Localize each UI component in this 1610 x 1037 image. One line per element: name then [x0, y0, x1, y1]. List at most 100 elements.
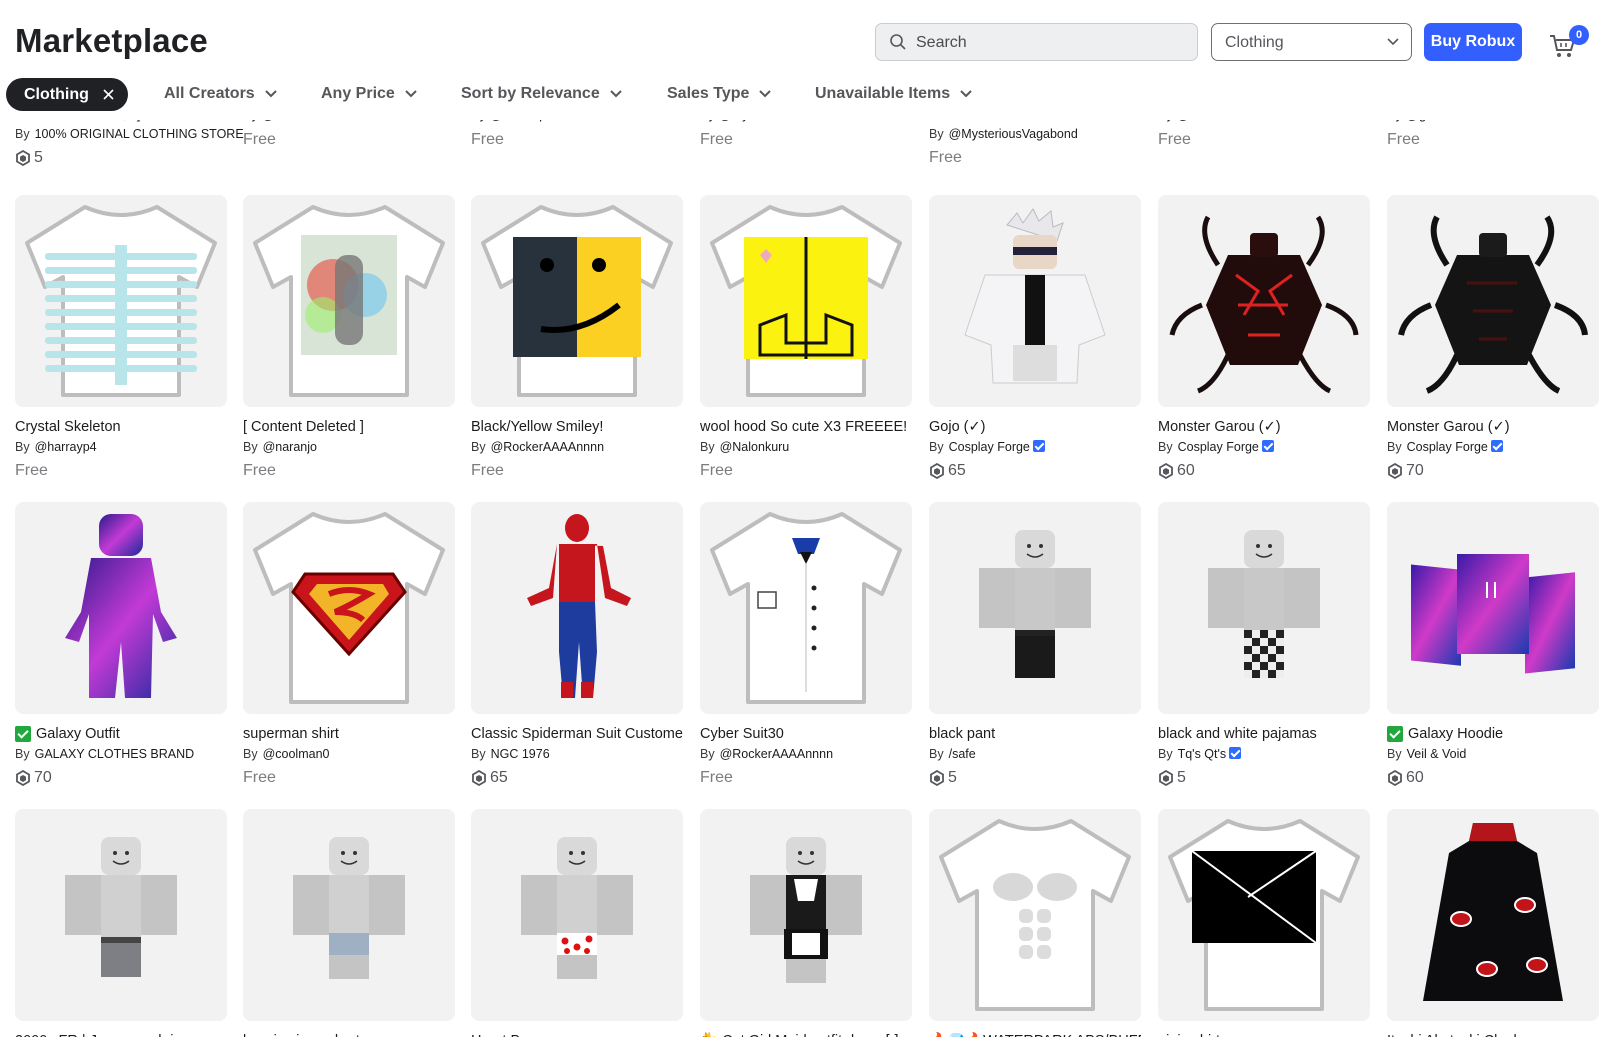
item-card[interactable]: wool hood So cute X3 FREEEE! By @Nalonkuru…	[700, 195, 912, 482]
item-thumbnail[interactable]	[471, 502, 683, 714]
creator-name[interactable]: 100% ORIGINAL CLOTHING STORE	[35, 127, 244, 141]
item-creator[interactable]: By Cosplay Forge	[929, 440, 1141, 456]
partial-item-card[interactable]: By @Icy1Free	[700, 111, 930, 177]
item-name[interactable]: Black/Yellow Smiley!	[471, 417, 683, 436]
creator-name[interactable]: Cosplay Forge	[1178, 440, 1259, 454]
partial-item-card[interactable]: IndiansBy@MysteriousVagabondFree	[929, 111, 1159, 177]
item-thumbnail[interactable]	[929, 195, 1141, 407]
item-card[interactable]: Cyber Suit30 By @RockerAAAAnnnn Free	[700, 502, 912, 789]
creator-name[interactable]: @naranjo	[263, 440, 317, 454]
item-card[interactable]: Monster Garou (✓) By Cosplay Forge 60	[1158, 195, 1370, 482]
item-card[interactable]: low rise jean shorts	[243, 809, 455, 1037]
item-name[interactable]: Cyber Suit30	[700, 724, 912, 743]
item-card[interactable]: Classic Spiderman Suit Custome By NGC 1976…	[471, 502, 683, 789]
item-card[interactable]: Monster Garou (✓) By Cosplay Forge 70	[1387, 195, 1599, 482]
filter-any-price[interactable]: Any Price	[321, 85, 417, 103]
item-name[interactable]: 🔥💎🔥WATERPARK ABS/BUFF	[929, 1031, 1141, 1037]
partial-item-card[interactable]: By @RobbleoFree	[1158, 111, 1388, 177]
item-creator[interactable]: By NGC 1976	[471, 747, 683, 763]
item-card[interactable]: Gojo (✓) By Cosplay Forge 65	[929, 195, 1141, 482]
item-card[interactable]: Black/Yellow Smiley! By @RockerAAAAnnnn Fre…	[471, 195, 683, 482]
item-thumbnail[interactable]	[243, 809, 455, 1021]
item-name[interactable]: wool hood So cute X3 FREEEE!	[700, 417, 912, 436]
partial-item-card[interactable]: By @BADGRAPHIXFree	[243, 111, 473, 177]
item-thumbnail[interactable]	[929, 502, 1141, 714]
item-name[interactable]: Galaxy Hoodie	[1387, 724, 1599, 743]
item-card[interactable]: superman shirt By @coolman0 Free	[243, 502, 455, 789]
item-card[interactable]: Galaxy Outfit By GALAXY CLOTHES BRAND 70	[15, 502, 227, 789]
creator-name[interactable]: /safe	[949, 747, 976, 761]
creator-name[interactable]: Cosplay Forge	[1407, 440, 1488, 454]
item-thumbnail[interactable]	[471, 195, 683, 407]
item-thumbnail[interactable]	[700, 195, 912, 407]
item-thumbnail[interactable]	[1387, 195, 1599, 407]
item-thumbnail[interactable]	[243, 195, 455, 407]
item-creator[interactable]: By Tq's Qt's	[1158, 747, 1370, 763]
item-card[interactable]: Itachi Akatsuki Cloak	[1387, 809, 1599, 1037]
item-name[interactable]: Monster Garou (✓)	[1158, 417, 1370, 436]
item-name[interactable]: black and white pajamas	[1158, 724, 1370, 743]
item-thumbnail[interactable]	[700, 502, 912, 714]
item-creator[interactable]: By Veil & Void	[1387, 747, 1599, 763]
item-name[interactable]: 🐈 Cat Girl Maid outfit dress [-]	[700, 1031, 912, 1037]
creator-name[interactable]: @harrayp4	[35, 440, 97, 454]
item-name[interactable]: Heart Boxers	[471, 1031, 683, 1037]
item-thumbnail[interactable]	[1158, 502, 1370, 714]
item-thumbnail[interactable]	[1158, 809, 1370, 1021]
item-card[interactable]: Heart Boxers	[471, 809, 683, 1037]
item-creator[interactable]: By @coolman0	[243, 747, 455, 763]
buy-robux-button[interactable]: Buy Robux	[1424, 23, 1522, 61]
item-thumbnail[interactable]	[15, 195, 227, 407]
item-name[interactable]: superman shirt	[243, 724, 455, 743]
filter-sales-type[interactable]: Sales Type	[667, 85, 772, 103]
active-filter-chip[interactable]: Clothing	[6, 78, 128, 111]
creator-name[interactable]: Cosplay Forge	[949, 440, 1030, 454]
close-icon[interactable]	[103, 89, 114, 100]
item-card[interactable]: 🔥💎🔥WATERPARK ABS/BUFF	[929, 809, 1141, 1037]
partial-item-card[interactable]: By @gamaxFree	[1387, 111, 1610, 177]
creator-name[interactable]: @Nalonkuru	[720, 440, 790, 454]
creator-name[interactable]: GALAXY CLOTHES BRAND	[35, 747, 195, 761]
item-name[interactable]: Galaxy Outfit	[15, 724, 227, 743]
item-name[interactable]: Gojo (✓)	[929, 417, 1141, 436]
item-thumbnail[interactable]	[929, 809, 1141, 1021]
item-name[interactable]: Monster Garou (✓)	[1387, 417, 1599, 436]
creator-name[interactable]: @MysteriousVagabond	[949, 127, 1078, 141]
item-creator[interactable]: By @MysteriousVagabond	[929, 127, 1159, 143]
item-name[interactable]: 2000s FR | Jeans wash japan	[15, 1031, 227, 1037]
item-name[interactable]: ninja shirt	[1158, 1031, 1370, 1037]
partial-item-card[interactable]: 100% ORIGINAL 💎 ]By100% ORIGINAL CLOTHIN…	[15, 111, 245, 177]
item-name[interactable]: Crystal Skeleton	[15, 417, 227, 436]
item-card[interactable]: [ Content Deleted ] By @naranjo Free	[243, 195, 455, 482]
item-name[interactable]: Itachi Akatsuki Cloak	[1387, 1031, 1599, 1037]
creator-name[interactable]: Tq's Qt's	[1178, 747, 1227, 761]
item-creator[interactable]: By @RockerAAAAnnnn	[471, 440, 683, 456]
creator-name[interactable]: Veil & Void	[1407, 747, 1467, 761]
creator-name[interactable]: @RockerAAAAnnnn	[491, 440, 604, 454]
item-thumbnail[interactable]	[15, 502, 227, 714]
item-creator[interactable]: By GALAXY CLOTHES BRAND	[15, 747, 227, 763]
item-card[interactable]: ninja shirt	[1158, 809, 1370, 1037]
item-name[interactable]: low rise jean shorts	[243, 1031, 455, 1037]
item-creator[interactable]: By/safe	[929, 747, 1141, 763]
item-creator[interactable]: By Cosplay Forge	[1158, 440, 1370, 456]
item-thumbnail[interactable]	[15, 809, 227, 1021]
item-thumbnail[interactable]	[1387, 502, 1599, 714]
filter-all-creators[interactable]: All Creators	[164, 85, 277, 103]
item-name[interactable]: black pant	[929, 724, 1141, 743]
item-creator[interactable]: By Cosplay Forge	[1387, 440, 1599, 456]
item-card[interactable]: 2000s FR | Jeans wash japan	[15, 809, 227, 1037]
item-creator[interactable]: By @naranjo	[243, 440, 455, 456]
filter-sort[interactable]: Sort by Relevance	[461, 85, 622, 103]
item-thumbnail[interactable]	[471, 809, 683, 1021]
item-card[interactable]: Crystal Skeleton By @harrayp4 Free	[15, 195, 227, 482]
item-creator[interactable]: By @RockerAAAAnnnn	[700, 747, 912, 763]
item-creator[interactable]: By @Nalonkuru	[700, 440, 912, 456]
filter-unavailable[interactable]: Unavailable Items	[815, 85, 972, 103]
partial-item-card[interactable]: By @DarkSpineSonic321Free	[471, 111, 701, 177]
item-card[interactable]: black pant By/safe 5	[929, 502, 1141, 789]
item-thumbnail[interactable]	[700, 809, 912, 1021]
creator-name[interactable]: @RockerAAAAnnnn	[720, 747, 833, 761]
item-card[interactable]: 🐈 Cat Girl Maid outfit dress [-]	[700, 809, 912, 1037]
category-select[interactable]: Clothing	[1211, 23, 1412, 61]
